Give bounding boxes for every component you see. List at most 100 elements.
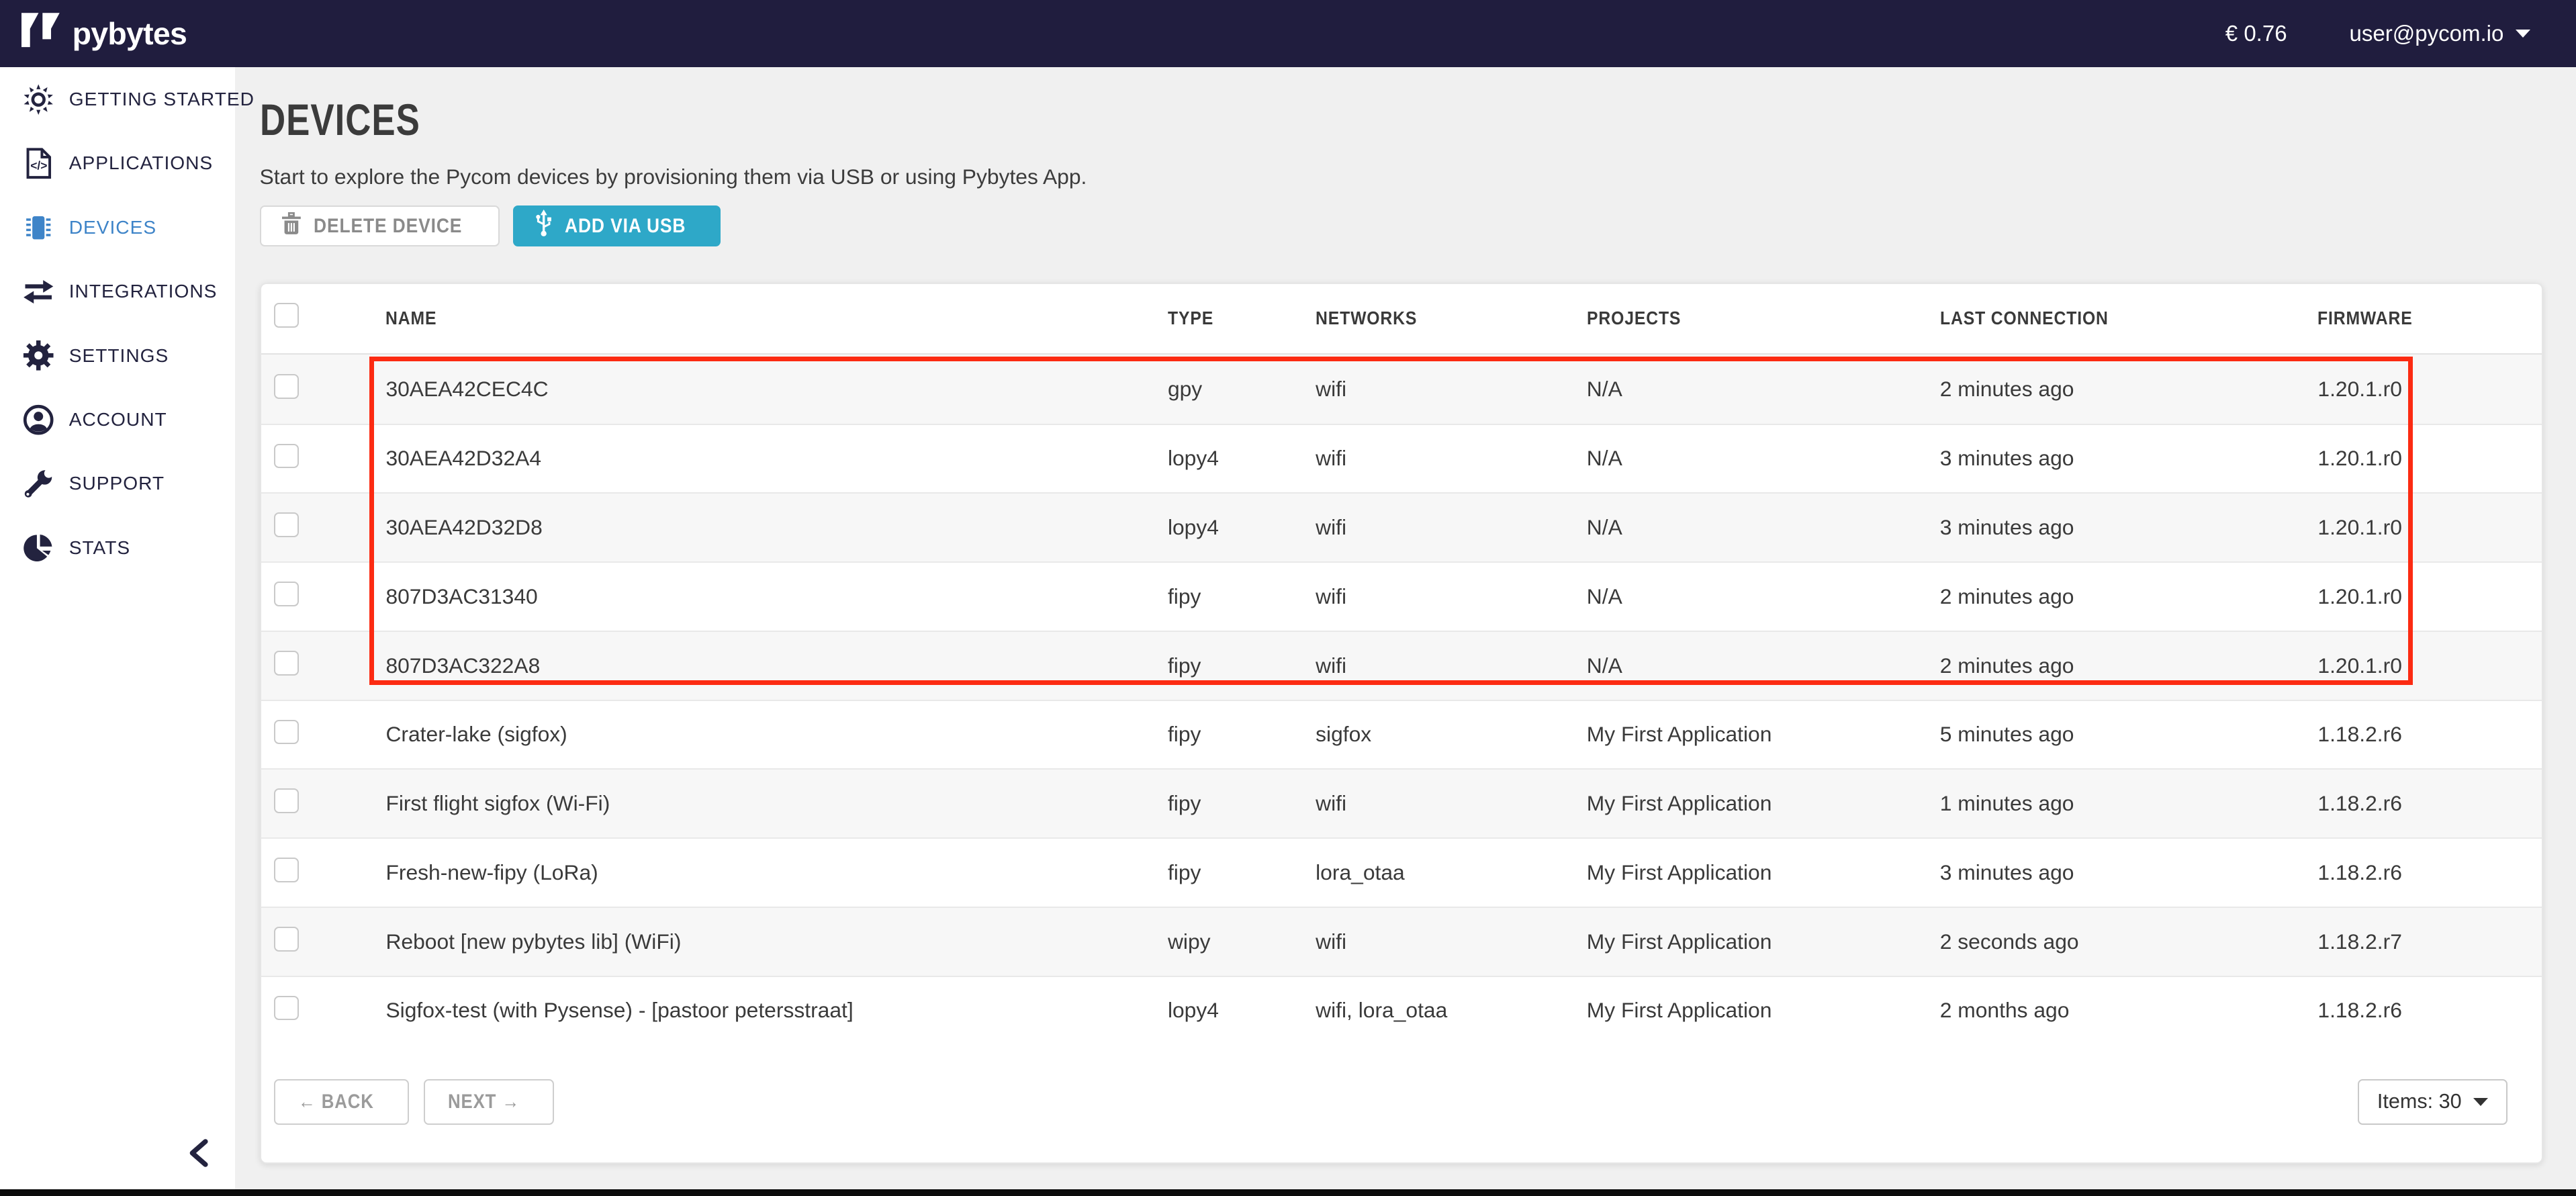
sidebar-item-label: INTEGRATIONS	[69, 281, 218, 302]
person-icon	[23, 404, 54, 435]
row-checkbox[interactable]	[274, 927, 299, 952]
items-per-page-label: Items: 30	[2377, 1090, 2462, 1113]
row-checkbox-cell	[261, 374, 386, 404]
cell-projects: My First Application	[1587, 860, 1940, 885]
sidebar-item-settings[interactable]: SETTINGS	[0, 324, 235, 387]
content: GETTING STARTED</>APPLICATIONSDEVICES INT…	[0, 67, 2576, 1189]
delete-device-label: DELETE DEVICE	[314, 215, 462, 238]
row-checkbox[interactable]	[274, 374, 299, 399]
cell-firmware: 1.20.1.r0	[2317, 584, 2542, 609]
sidebar-item-stats[interactable]: STATS	[0, 516, 235, 580]
pybytes-logo[interactable]: pybytes	[21, 13, 187, 54]
pybytes-logo-icon	[21, 13, 61, 54]
row-checkbox[interactable]	[274, 582, 299, 606]
wrench-icon	[23, 468, 54, 499]
table-row[interactable]: First flight sigfox (Wi-Fi)fipywifiMy Fi…	[261, 768, 2542, 837]
table-row[interactable]: 30AEA42D32A4lopy4wifiN/A3 minutes ago1.2…	[261, 424, 2542, 493]
cell-type: lopy4	[1168, 998, 1316, 1023]
table-row[interactable]: Fresh-new-fipy (LoRa)fipylora_otaaMy Fir…	[261, 837, 2542, 907]
add-via-usb-button[interactable]: ADD VIA USB	[513, 205, 721, 246]
cell-last-connection: 2 seconds ago	[1940, 929, 2318, 954]
cell-name: Sigfox-test (with Pysense) - [pastoor pe…	[385, 998, 1168, 1023]
sidebar-item-applications[interactable]: </>APPLICATIONS	[0, 132, 235, 195]
cell-firmware: 1.20.1.r0	[2317, 377, 2542, 402]
cell-firmware: 1.18.2.r6	[2317, 722, 2542, 747]
cell-name: Reboot [new pybytes lib] (WiFi)	[385, 929, 1168, 954]
cell-projects: N/A	[1587, 653, 1940, 678]
cell-networks: sigfox	[1316, 722, 1587, 747]
gear-icon	[23, 340, 54, 371]
table-row[interactable]: Crater-lake (sigfox)fipysigfoxMy First A…	[261, 700, 2542, 769]
items-per-page-dropdown[interactable]: Items: 30	[2358, 1079, 2508, 1125]
column-header-networks: NETWORKS	[1316, 308, 1587, 329]
cell-name: 30AEA42D32A4	[385, 446, 1168, 471]
svg-text:</>: </>	[30, 159, 47, 173]
row-checkbox[interactable]	[274, 788, 299, 813]
cell-firmware: 1.20.1.r0	[2317, 515, 2542, 540]
cell-firmware: 1.18.2.r6	[2317, 860, 2542, 885]
caret-down-icon	[2516, 30, 2530, 38]
back-button[interactable]: ← BACK	[274, 1079, 409, 1125]
devices-table-card: NAME TYPE NETWORKS PROJECTS LAST CONNECT…	[260, 283, 2544, 1164]
row-checkbox[interactable]	[274, 720, 299, 745]
cell-name: 30AEA42D32D8	[385, 515, 1168, 540]
pie-chart-icon	[23, 533, 54, 563]
row-checkbox[interactable]	[274, 444, 299, 469]
table-row[interactable]: Sigfox-test (with Pysense) - [pastoor pe…	[261, 976, 2542, 1045]
page-subtitle: Start to explore the Pycom devices by pr…	[260, 165, 2544, 189]
cell-name: 807D3AC322A8	[385, 653, 1168, 678]
user-menu[interactable]: user@pycom.io	[2340, 19, 2540, 48]
cell-name: 30AEA42CEC4C	[385, 377, 1168, 402]
cell-last-connection: 3 minutes ago	[1940, 446, 2318, 471]
column-header-projects: PROJECTS	[1587, 308, 1940, 329]
chevron-left-icon	[187, 1148, 210, 1172]
sidebar-item-getting-started[interactable]: GETTING STARTED	[0, 67, 235, 131]
cell-projects: N/A	[1587, 515, 1940, 540]
account-balance: € 0.76	[2225, 21, 2287, 46]
cell-name: Fresh-new-fipy (LoRa)	[385, 860, 1168, 885]
pager: ← BACK NEXT →	[274, 1079, 554, 1125]
cell-networks: lora_otaa	[1316, 860, 1587, 885]
cell-networks: wifi	[1316, 584, 1587, 609]
user-email: user@pycom.io	[2350, 21, 2504, 46]
row-checkbox[interactable]	[274, 651, 299, 676]
cell-networks: wifi, lora_otaa	[1316, 998, 1587, 1023]
cell-name: First flight sigfox (Wi-Fi)	[385, 791, 1168, 816]
row-checkbox-cell	[261, 858, 386, 888]
cell-last-connection: 3 minutes ago	[1940, 860, 2318, 885]
select-all-checkbox[interactable]	[274, 303, 299, 328]
table-row[interactable]: Reboot [new pybytes lib] (WiFi)wipywifiM…	[261, 907, 2542, 976]
sidebar-collapse-button[interactable]	[184, 1135, 214, 1177]
cell-name: Crater-lake (sigfox)	[385, 722, 1168, 747]
cell-firmware: 1.20.1.r0	[2317, 446, 2542, 471]
cell-networks: wifi	[1316, 515, 1587, 540]
row-checkbox[interactable]	[274, 512, 299, 537]
table-row[interactable]: 807D3AC31340fipywifiN/A2 minutes ago1.20…	[261, 561, 2542, 631]
table-row[interactable]: 30AEA42D32D8lopy4wifiN/A3 minutes ago1.2…	[261, 492, 2542, 561]
sidebar-item-account[interactable]: ACCOUNT	[0, 387, 235, 451]
sidebar-item-integrations[interactable]: INTEGRATIONS	[0, 260, 235, 324]
sidebar: GETTING STARTED</>APPLICATIONSDEVICES INT…	[0, 67, 235, 1189]
sidebar-item-devices[interactable]: DEVICES	[0, 195, 235, 259]
next-button[interactable]: NEXT →	[424, 1079, 554, 1125]
row-checkbox[interactable]	[274, 858, 299, 882]
topbar-right: € 0.76 user@pycom.io	[2225, 19, 2540, 48]
cell-type: fipy	[1168, 584, 1316, 609]
cell-type: fipy	[1168, 653, 1316, 678]
cell-projects: My First Application	[1587, 998, 1940, 1023]
cell-last-connection: 1 minutes ago	[1940, 791, 2318, 816]
cell-type: wipy	[1168, 929, 1316, 954]
cell-projects: My First Application	[1587, 791, 1940, 816]
sun-icon	[23, 84, 54, 115]
sidebar-item-support[interactable]: SUPPORT	[0, 452, 235, 516]
logo-text: pybytes	[73, 15, 187, 52]
row-checkbox-cell	[261, 582, 386, 612]
table-row[interactable]: 30AEA42CEC4CgpywifiN/A2 minutes ago1.20.…	[261, 355, 2542, 424]
delete-device-button[interactable]: DELETE DEVICE	[260, 205, 500, 246]
table-row[interactable]: 807D3AC322A8fipywifiN/A2 minutes ago1.20…	[261, 631, 2542, 700]
cell-networks: wifi	[1316, 446, 1587, 471]
row-checkbox[interactable]	[274, 996, 299, 1021]
pybytes-app: pybytes € 0.76 user@pycom.io GETTING STA…	[0, 0, 2576, 1196]
sidebar-item-label: SETTINGS	[69, 345, 169, 367]
table-header-row: NAME TYPE NETWORKS PROJECTS LAST CONNECT…	[261, 284, 2542, 355]
